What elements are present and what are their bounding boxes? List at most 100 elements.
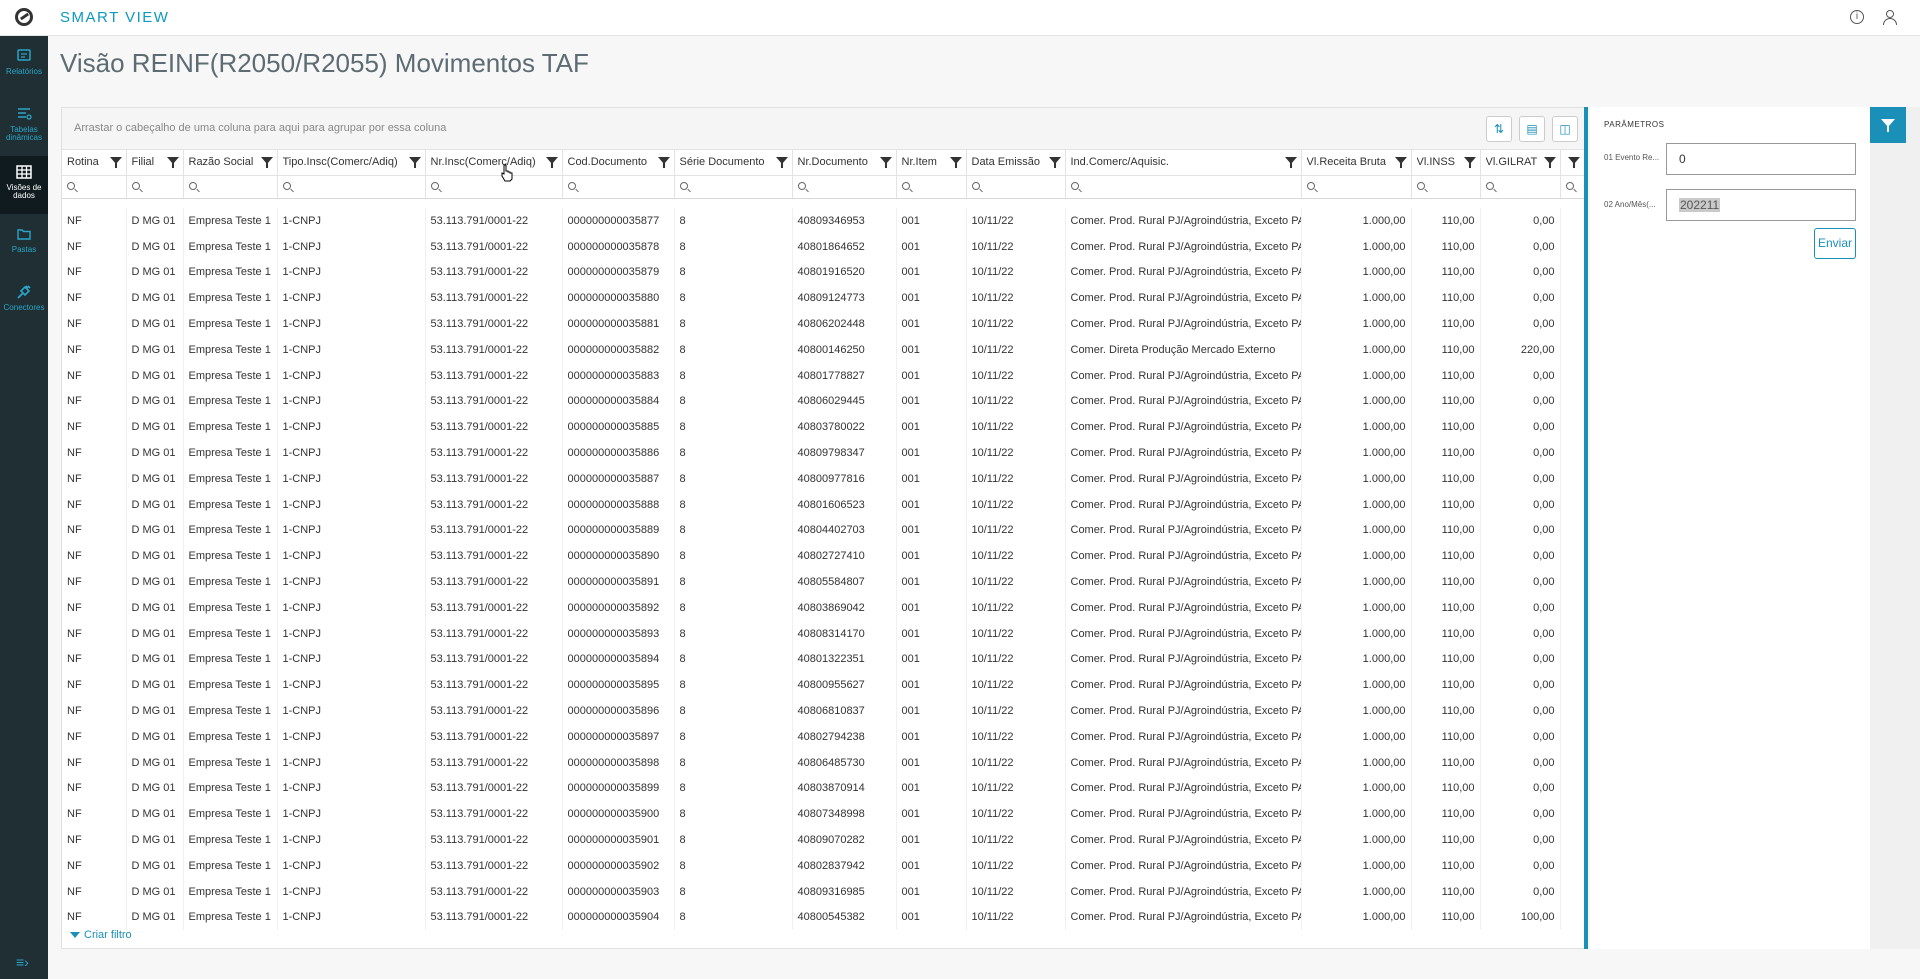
column-header[interactable]: Tipo.Insc(Comerc/Adiq) — [277, 150, 426, 176]
table-row[interactable]: NF D MG 01 Empresa Teste 1 1-CNPJ 53.113.791… — [62, 698, 1585, 724]
table-row[interactable]: NF D MG 01 Empresa Teste 1 1-CNPJ 53.113.791… — [62, 801, 1585, 828]
panel-divider[interactable] — [1584, 107, 1588, 949]
table-cell: 110,00 — [1411, 233, 1481, 260]
info-icon[interactable]: i — [1850, 10, 1864, 24]
column-header[interactable]: Data Emissão — [966, 150, 1066, 176]
column-filter-icon[interactable] — [949, 157, 962, 168]
column-header[interactable]: Nr.Insc(Comerc/Adiq) — [425, 150, 563, 176]
filter-panel-toggle[interactable] — [1870, 107, 1906, 143]
column-header[interactable]: Vl.GILRAT — [1480, 150, 1561, 176]
column-header[interactable]: Nr.Item — [896, 150, 967, 176]
column-filter-icon[interactable] — [1394, 157, 1407, 168]
column-search-cell[interactable] — [1065, 175, 1302, 199]
column-header-extra[interactable] — [1560, 150, 1585, 176]
column-search-cell[interactable] — [1411, 175, 1481, 199]
column-header[interactable]: Vl.Receita Bruta — [1301, 150, 1412, 176]
column-header[interactable]: Série Documento — [674, 150, 793, 176]
column-search-cell[interactable] — [674, 175, 793, 199]
table-row[interactable]: NF D MG 01 Empresa Teste 1 1-CNPJ 53.113.791… — [62, 594, 1585, 621]
column-chooser-button[interactable]: ◫ — [1552, 116, 1578, 142]
table-row[interactable]: NF D MG 01 Empresa Teste 1 1-CNPJ 53.113.791… — [62, 878, 1585, 905]
column-header[interactable]: Filial — [126, 150, 184, 176]
table-cell: 001 — [896, 569, 967, 595]
table-cell: 8 — [674, 543, 793, 570]
column-filter-icon[interactable] — [109, 157, 122, 168]
table-cell: NF — [62, 517, 127, 544]
column-search-cell[interactable] — [1301, 175, 1412, 199]
table-row[interactable]: NF D MG 01 Empresa Teste 1 1-CNPJ 53.113.791… — [62, 233, 1585, 260]
column-filter-icon[interactable] — [1567, 157, 1580, 168]
column-filter-icon[interactable] — [166, 157, 179, 168]
table-cell: Empresa Teste 1 — [183, 311, 278, 337]
column-filter-icon[interactable] — [1284, 157, 1297, 168]
column-search-cell[interactable] — [277, 175, 426, 199]
column-filter-icon[interactable] — [260, 157, 273, 168]
table-row[interactable]: NF D MG 01 Empresa Teste 1 1-CNPJ 53.113.791… — [62, 491, 1585, 518]
column-header[interactable]: Rotina — [62, 150, 127, 176]
collapse-menu-icon[interactable]: ≡› — [16, 954, 29, 970]
column-search-cell[interactable] — [126, 175, 184, 199]
send-button[interactable]: Enviar — [1814, 228, 1856, 259]
column-filter-icon[interactable] — [657, 157, 670, 168]
table-row[interactable]: NF D MG 01 Empresa Teste 1 1-CNPJ 53.113.791… — [62, 208, 1585, 234]
table-row[interactable]: NF D MG 01 Empresa Teste 1 1-CNPJ 53.113.791… — [62, 311, 1585, 337]
sidebar-item-pastas[interactable]: Pastas — [0, 218, 48, 276]
table-row[interactable]: NF D MG 01 Empresa Teste 1 1-CNPJ 53.113.791… — [62, 465, 1585, 492]
table-row[interactable]: NF D MG 01 Empresa Teste 1 1-CNPJ 53.113.791… — [62, 852, 1585, 879]
column-search-cell[interactable] — [183, 175, 278, 199]
table-cell-empty — [1560, 362, 1585, 389]
user-icon[interactable] — [1882, 10, 1897, 25]
param-input-evento[interactable]: 0 — [1666, 143, 1856, 175]
column-header[interactable]: Razão Social — [183, 150, 278, 176]
table-row[interactable]: NF D MG 01 Empresa Teste 1 1-CNPJ 53.113.791… — [62, 285, 1585, 312]
sidebar-item-conectores[interactable]: Conectores — [0, 276, 48, 334]
table-row[interactable]: NF D MG 01 Empresa Teste 1 1-CNPJ 53.113.791… — [62, 723, 1585, 750]
create-filter-link[interactable]: Criar filtro — [70, 929, 132, 941]
table-row[interactable]: NF D MG 01 Empresa Teste 1 1-CNPJ 53.113.791… — [62, 414, 1585, 441]
table-row[interactable]: NF D MG 01 Empresa Teste 1 1-CNPJ 53.113.791… — [62, 440, 1585, 466]
table-row[interactable]: NF D MG 01 Empresa Teste 1 1-CNPJ 53.113.791… — [62, 388, 1585, 415]
column-filter-icon[interactable] — [775, 157, 788, 168]
sidebar-item-visoes-de-dados[interactable]: Visões de dados — [0, 156, 48, 214]
column-filter-icon[interactable] — [1543, 157, 1556, 168]
sort-arrows-icon: ⇅ — [1493, 122, 1505, 136]
column-search-cell[interactable] — [792, 175, 897, 199]
column-filter-icon[interactable] — [1463, 157, 1476, 168]
table-row[interactable]: NF D MG 01 Empresa Teste 1 1-CNPJ 53.113.791… — [62, 569, 1585, 595]
table-row[interactable]: NF D MG 01 Empresa Teste 1 1-CNPJ 53.113.791… — [62, 749, 1585, 776]
table-row[interactable]: NF D MG 01 Empresa Teste 1 1-CNPJ 53.113.791… — [62, 517, 1585, 544]
table-row[interactable]: NF D MG 01 Empresa Teste 1 1-CNPJ 53.113.791… — [62, 646, 1585, 673]
column-search-cell[interactable] — [425, 175, 563, 199]
table-row[interactable]: NF D MG 01 Empresa Teste 1 1-CNPJ 53.113.791… — [62, 362, 1585, 389]
table-row[interactable]: NF D MG 01 Empresa Teste 1 1-CNPJ 53.113.791… — [62, 620, 1585, 647]
group-by-bar[interactable]: Arrastar o cabeçalho de uma coluna para … — [62, 108, 1584, 150]
export-button[interactable]: ▤ — [1519, 116, 1545, 142]
table-row[interactable]: NF D MG 01 Empresa Teste 1 1-CNPJ 53.113.791… — [62, 336, 1585, 363]
sidebar-item-relatorios[interactable]: Relatórios — [0, 40, 48, 98]
column-header[interactable]: Nr.Documento — [792, 150, 897, 176]
column-search-cell[interactable] — [896, 175, 967, 199]
table-row[interactable]: NF D MG 01 Empresa Teste 1 1-CNPJ 53.113.791… — [62, 543, 1585, 570]
column-search-cell[interactable] — [62, 175, 127, 199]
column-filter-icon[interactable] — [408, 157, 421, 168]
column-search-cell[interactable] — [1480, 175, 1561, 199]
table-row[interactable]: NF D MG 01 Empresa Teste 1 1-CNPJ 53.113.791… — [62, 827, 1585, 853]
table-row[interactable]: NF D MG 01 Empresa Teste 1 1-CNPJ 53.113.791… — [62, 775, 1585, 802]
logo-icon[interactable] — [15, 8, 33, 26]
column-search-cell[interactable] — [966, 175, 1066, 199]
column-header[interactable]: Cod.Documento — [562, 150, 675, 176]
column-filter-icon[interactable] — [879, 157, 892, 168]
table-row[interactable]: NF D MG 01 Empresa Teste 1 1-CNPJ 53.113.791… — [62, 672, 1585, 699]
column-header[interactable]: Vl.INSS — [1411, 150, 1481, 176]
column-header[interactable]: Ind.Comerc/Aquisic. — [1065, 150, 1302, 176]
column-filter-icon[interactable] — [545, 157, 558, 168]
column-search-cell[interactable] — [562, 175, 675, 199]
table-row[interactable]: NF D MG 01 Empresa Teste 1 1-CNPJ 53.113.791… — [62, 904, 1585, 931]
column-filter-icon[interactable] — [1048, 157, 1061, 168]
sort-toggle-button[interactable]: ⇅ — [1486, 116, 1512, 142]
sidebar-item-tabelas-dinamicas[interactable]: Tabelas dinâmicas — [0, 98, 48, 156]
param-input-ano-mes[interactable]: 202211 — [1666, 189, 1856, 221]
table-row[interactable]: NF D MG 01 Empresa Teste 1 1-CNPJ 53.113.791… — [62, 259, 1585, 286]
table-cell: 110,00 — [1411, 517, 1481, 544]
column-search-cell[interactable] — [1560, 175, 1585, 199]
